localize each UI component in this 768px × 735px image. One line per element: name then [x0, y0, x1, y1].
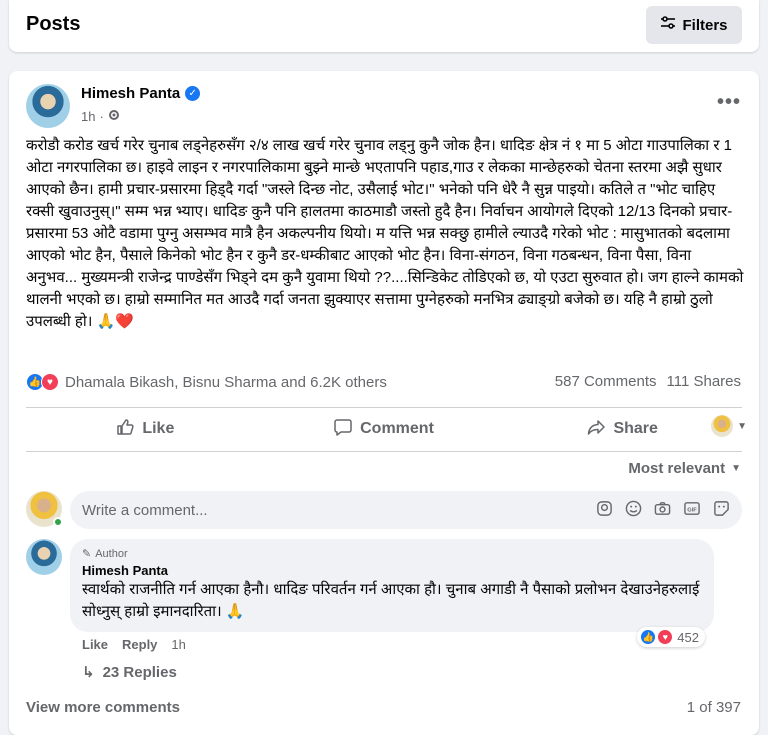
gif-icon[interactable]: GIF — [683, 500, 701, 521]
post-meta: 1h · — [81, 109, 120, 124]
post-actions: Like Comment Share — [26, 409, 742, 449]
meta-separator: · — [99, 109, 104, 124]
comment-time[interactable]: 1h — [171, 637, 185, 652]
online-status-dot — [53, 517, 63, 527]
comments-count[interactable]: 587 Comments — [555, 373, 657, 390]
like-reaction-icon: 👍 — [640, 629, 657, 645]
divider — [26, 407, 742, 408]
divider — [26, 451, 742, 452]
sort-comments-dropdown[interactable]: Most relevant ▼ — [628, 460, 741, 477]
privacy-settings-icon — [108, 109, 120, 124]
sliders-icon — [660, 16, 676, 34]
svg-text:GIF: GIF — [687, 507, 697, 513]
like-button[interactable]: Like — [26, 418, 265, 441]
love-reaction-icon: ♥ — [657, 629, 674, 645]
view-more-comments-link[interactable]: View more comments — [26, 699, 180, 716]
reactions-text: Dhamala Bikash, Bisnu Sharma and 6.2K ot… — [65, 373, 387, 391]
author-badge-label: Author — [95, 547, 128, 560]
comments-page-count: 1 of 397 — [686, 699, 741, 716]
share-label: Share — [613, 420, 658, 437]
filters-label: Filters — [682, 16, 728, 34]
shares-count[interactable]: 111 Shares — [667, 373, 742, 390]
love-reaction-icon: ♥ — [41, 373, 59, 391]
replies-label: 23 Replies — [102, 663, 177, 681]
filters-button[interactable]: Filters — [646, 6, 742, 44]
comment-reaction-count: 452 — [677, 629, 699, 645]
commenter-avatar[interactable] — [26, 539, 62, 575]
posts-header: Posts Filters — [9, 0, 759, 52]
commenter-name[interactable]: Himesh Panta — [82, 563, 702, 578]
comment-bubble: ✎ Author Himesh Panta स्वार्थको राजनीति … — [70, 539, 714, 632]
camera-icon[interactable] — [654, 500, 671, 521]
comment-icon — [334, 418, 352, 441]
reaction-icons: 👍 ♥ — [26, 373, 59, 391]
caret-down-icon: ▼ — [731, 463, 741, 474]
comment-text: स्वार्थको राजनीति गर्न आएका हैनौ। धादिङ … — [82, 581, 700, 620]
comment-reply-button[interactable]: Reply — [122, 637, 157, 652]
page-title: Posts — [26, 13, 81, 35]
author-name[interactable]: Himesh Panta — [81, 85, 180, 102]
comment-tools: GIF — [596, 500, 730, 521]
emoji-icon[interactable] — [625, 500, 642, 521]
sort-label: Most relevant — [628, 460, 726, 477]
comment-button[interactable]: Comment — [265, 418, 504, 441]
author-avatar[interactable] — [26, 84, 70, 128]
pen-icon: ✎ — [82, 548, 92, 560]
engagement-counts: 587 Comments 111 Shares — [555, 373, 741, 390]
comment-actions: Like Reply 1h — [82, 637, 186, 652]
comment-placeholder: Write a comment... — [82, 501, 208, 519]
like-label: Like — [142, 420, 175, 437]
avatar-sticker-icon[interactable] — [596, 500, 613, 521]
verified-icon: ✓ — [185, 86, 201, 101]
view-replies-button[interactable]: ↳ 23 Replies — [82, 663, 177, 682]
comment-reactions[interactable]: 👍 ♥ 452 — [637, 627, 705, 647]
author-badge: ✎ Author — [82, 547, 702, 561]
reply-arrow-icon: ↳ — [82, 664, 95, 681]
more-options-icon[interactable]: ••• — [717, 91, 741, 114]
reactions-summary[interactable]: 👍 ♥ Dhamala Bikash, Bisnu Sharma and 6.2… — [26, 373, 387, 391]
share-icon — [587, 418, 606, 441]
post-card: Himesh Panta ✓ 1h · ••• करोडौ करोड खर्च … — [9, 71, 759, 735]
caret-down-icon: ▼ — [737, 420, 747, 432]
thumbs-up-icon — [116, 418, 134, 441]
post-time[interactable]: 1h — [81, 109, 95, 124]
sticker-icon[interactable] — [713, 500, 730, 521]
author-name-row: Himesh Panta ✓ — [81, 85, 201, 102]
share-button[interactable]: Share — [503, 418, 742, 441]
react-as-selector[interactable]: ▼ — [711, 415, 747, 437]
post-text: करोडौ करोड खर्च गरेर चुनाब लड्नेहरुसँग २… — [26, 137, 748, 330]
user-avatar-small — [711, 415, 734, 437]
comment-like-button[interactable]: Like — [82, 637, 108, 652]
comment-label: Comment — [360, 420, 434, 437]
comment-input[interactable]: Write a comment... GIF — [70, 491, 742, 529]
